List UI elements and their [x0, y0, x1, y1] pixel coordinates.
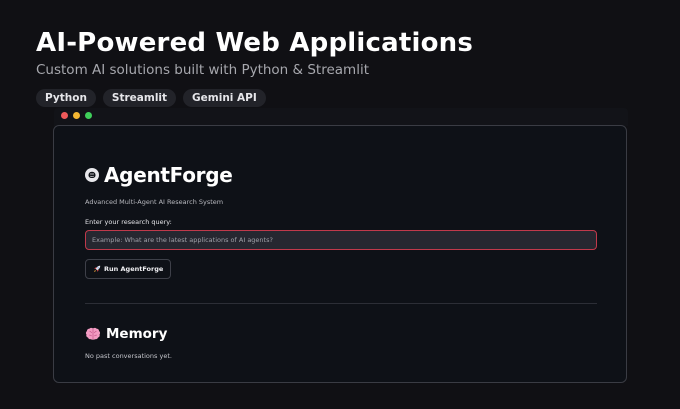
app-brand: AgentForge: [84, 163, 233, 187]
tag-gemini-api: Gemini API: [183, 89, 266, 107]
window-minimize-dot: [73, 112, 80, 119]
tag-streamlit: Streamlit: [102, 89, 177, 107]
rocket-icon: [94, 265, 101, 272]
memory-heading: Memory: [85, 326, 167, 342]
app-window: AgentForge Advanced Multi-Agent AI Resea…: [53, 125, 627, 383]
research-query-input[interactable]: [85, 230, 597, 250]
app-brand-name: AgentForge: [104, 163, 233, 187]
brain-icon: [85, 168, 99, 182]
hero-subtitle: Custom AI solutions built with Python & …: [36, 62, 369, 78]
window-close-dot: [61, 112, 68, 119]
memory-empty-state: No past conversations yet.: [85, 352, 172, 360]
hero-title: AI-Powered Web Applications: [36, 28, 474, 58]
brain-icon: [85, 327, 101, 340]
run-agentforge-button[interactable]: Run AgentForge: [85, 259, 172, 279]
query-label: Enter your research query:: [85, 218, 172, 226]
window-title-bar: [54, 108, 628, 126]
section-divider: [85, 303, 597, 304]
app-tagline: Advanced Multi-Agent AI Research System: [85, 198, 224, 206]
memory-title: Memory: [106, 326, 168, 342]
page: AI-Powered Web Applications Custom AI so…: [0, 0, 680, 409]
tag-python: Python: [36, 89, 96, 107]
window-maximize-dot: [85, 112, 92, 119]
tech-tags: Python Streamlit Gemini API: [36, 89, 266, 107]
run-button-label: Run AgentForge: [104, 265, 164, 273]
